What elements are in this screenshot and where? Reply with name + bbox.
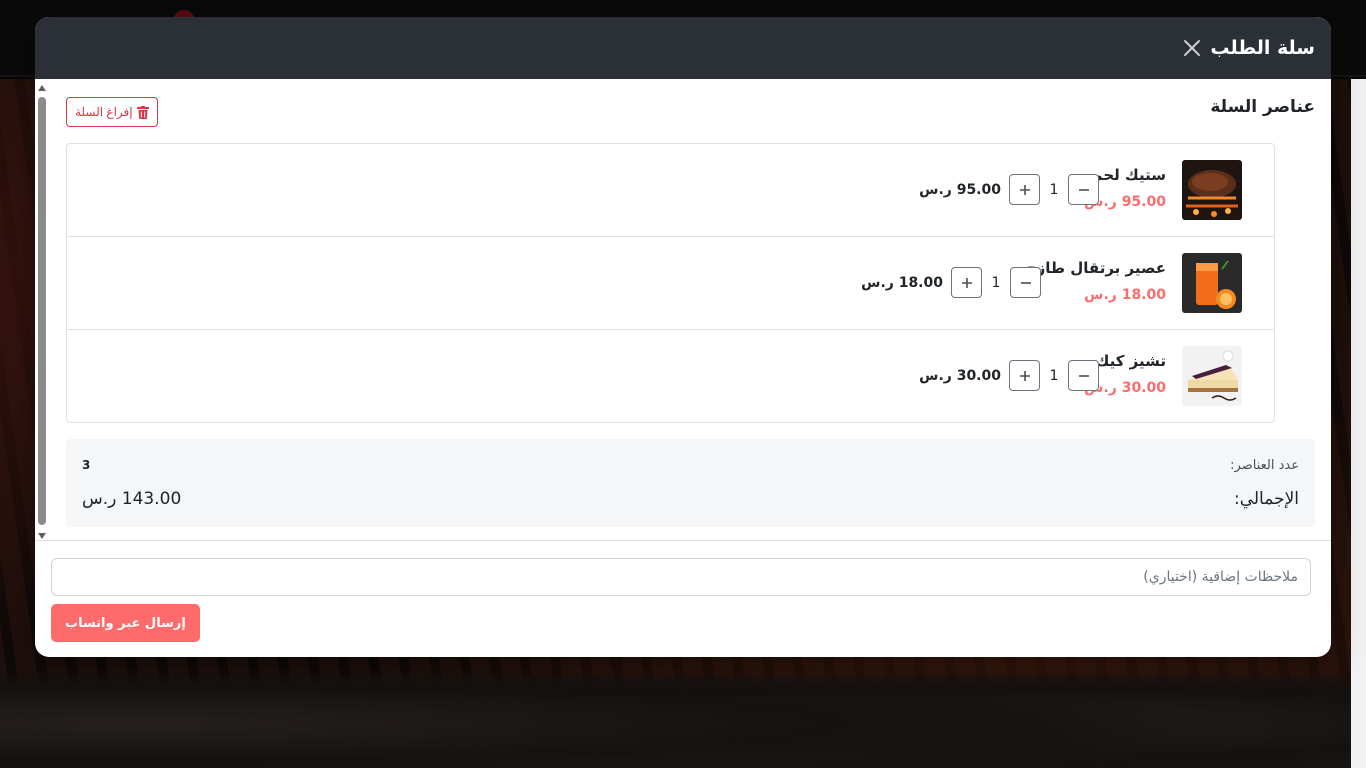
quantity-stepper: 1 30.00 ر.س [919, 360, 1099, 391]
scroll-thumb[interactable] [38, 97, 46, 525]
scroll-up-arrow-icon[interactable] [38, 85, 46, 91]
send-whatsapp-label: إرسال عبر واتساب [65, 615, 186, 631]
decrease-quantity-button[interactable] [1068, 174, 1099, 205]
cart-items-list: ستيك لحم 95.00 ر.س 1 95.00 ر.س عصير برتق… [66, 143, 1275, 423]
modal-header: سلة الطلب [35, 17, 1331, 79]
trash-icon [136, 105, 149, 119]
cart-item-row: ستيك لحم 95.00 ر.س 1 95.00 ر.س [67, 144, 1274, 237]
page-scrollbar[interactable] [1351, 79, 1366, 768]
item-name: عصير برتقال طازج [1025, 259, 1166, 277]
quantity-stepper: 1 18.00 ر.س [861, 267, 1041, 298]
item-count-label: عدد العناصر: [1230, 458, 1299, 473]
send-whatsapp-button[interactable]: إرسال عبر واتساب [51, 604, 200, 642]
quantity-value: 1 [1049, 181, 1059, 198]
item-line-total: 18.00 ر.س [861, 274, 943, 291]
modal-title: سلة الطلب [1210, 37, 1315, 59]
item-name: تشيز كيك [1095, 352, 1166, 370]
minus-icon [1020, 281, 1031, 284]
cart-modal: سلة الطلب عناصر السلة إفراغ السلة ستيك ل… [35, 17, 1331, 657]
cart-item-row: تشيز كيك 30.00 ر.س 1 30.00 ر.س [67, 330, 1274, 423]
item-count-value: 3 [82, 458, 91, 472]
cheesecake-image [1182, 346, 1242, 406]
quantity-stepper: 1 95.00 ر.س [919, 174, 1099, 205]
notes-input[interactable] [51, 558, 1311, 596]
cart-item-row: عصير برتقال طازج 18.00 ر.س 1 18.00 ر.س [67, 237, 1274, 330]
quantity-value: 1 [1049, 367, 1059, 384]
minus-icon [1078, 374, 1089, 377]
steak-image [1182, 160, 1242, 220]
decrease-quantity-button[interactable] [1068, 360, 1099, 391]
decrease-quantity-button[interactable] [1010, 267, 1041, 298]
modal-body: عناصر السلة إفراغ السلة ستيك لحم 95.00 ر… [35, 79, 1331, 540]
increase-quantity-button[interactable] [951, 267, 982, 298]
plus-icon [1019, 184, 1030, 195]
item-line-total: 95.00 ر.س [919, 181, 1001, 198]
modal-scrollbar[interactable] [37, 85, 47, 539]
orange-juice-image [1182, 253, 1242, 313]
item-unit-price: 18.00 ر.س [1084, 287, 1166, 303]
clear-cart-button[interactable]: إفراغ السلة [66, 97, 158, 127]
cart-items-heading: عناصر السلة [1210, 97, 1315, 117]
total-value: 143.00 ر.س [82, 489, 182, 509]
modal-footer: إرسال عبر واتساب [35, 540, 1331, 657]
cart-summary: عدد العناصر: 3 الإجمالي: 143.00 ر.س [66, 439, 1315, 527]
item-line-total: 30.00 ر.س [919, 367, 1001, 384]
clear-cart-label: إفراغ السلة [75, 105, 133, 119]
close-button[interactable] [1180, 36, 1204, 60]
increase-quantity-button[interactable] [1009, 360, 1040, 391]
scroll-down-arrow-icon[interactable] [38, 533, 46, 539]
total-label: الإجمالي: [1233, 489, 1299, 509]
close-icon [1184, 40, 1201, 56]
increase-quantity-button[interactable] [1009, 174, 1040, 205]
item-name: ستيك لحم [1091, 166, 1166, 184]
minus-icon [1078, 188, 1089, 191]
plus-icon [1019, 370, 1030, 381]
quantity-value: 1 [991, 274, 1001, 291]
plus-icon [961, 277, 972, 288]
